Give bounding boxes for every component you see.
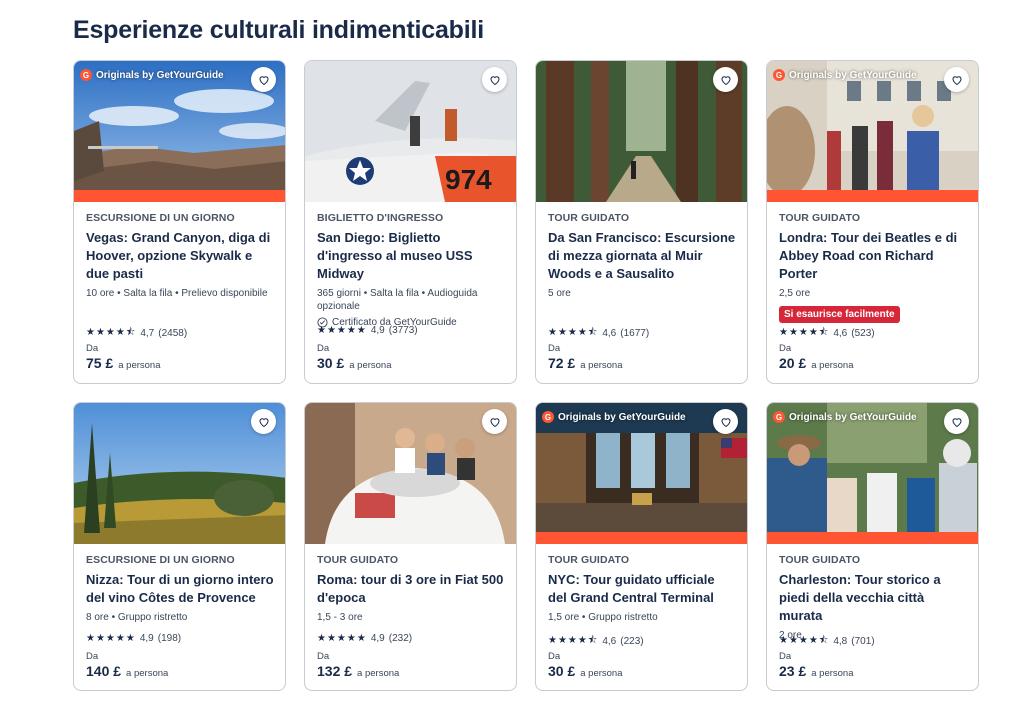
rating: ★★★★★ 4,9 (232) xyxy=(317,633,413,644)
price-from-label: Da xyxy=(86,651,99,662)
heart-icon xyxy=(720,75,731,85)
price: 30 £ a persona xyxy=(317,355,392,371)
heart-icon xyxy=(489,75,500,85)
activity-image-muir-woods xyxy=(536,61,747,202)
price-from-label: Da xyxy=(548,343,561,354)
price: 20 £ a persona xyxy=(779,355,854,371)
activity-category: TOUR GUIDATO xyxy=(779,212,861,224)
activity-image-fiat-500-rome xyxy=(305,403,516,544)
price-from-label: Da xyxy=(779,343,792,354)
activity-card[interactable]: G Originals by GetYourGuide TOUR GUIDATO … xyxy=(766,402,979,691)
activity-card[interactable]: 974 BIGLIETTO D'INGRESSO San Diego: Bigl… xyxy=(304,60,517,384)
rating: ★★★★⯪ 4,6 (523) xyxy=(779,325,875,342)
activity-category: TOUR GUIDATO xyxy=(317,554,399,566)
activity-meta: 10 ore • Salta la fila • Prelievo dispon… xyxy=(86,288,268,299)
activity-image-provence-vineyard xyxy=(74,403,285,544)
activity-meta: 2,5 ore xyxy=(779,288,811,299)
price-from-label: Da xyxy=(317,651,330,662)
heart-icon xyxy=(258,75,269,85)
activity-card[interactable]: TOUR GUIDATO Roma: tour di 3 ore in Fiat… xyxy=(304,402,517,691)
originals-badge: G Originals by GetYourGuide xyxy=(542,411,686,423)
section-title: Esperienze culturali indimenticabili xyxy=(73,16,484,44)
wishlist-heart-button[interactable] xyxy=(482,409,507,434)
rating-stars-icon: ★★★★★ xyxy=(317,325,367,336)
likely-to-sell-out-badge: Si esaurisce facilmente xyxy=(779,306,900,323)
rating-stars-icon: ★★★★⯪ xyxy=(779,635,830,646)
price: 23 £ a persona xyxy=(779,663,854,679)
activity-category: TOUR GUIDATO xyxy=(548,554,630,566)
activity-title[interactable]: Roma: tour di 3 ore in Fiat 500 d'epoca xyxy=(317,571,505,607)
activity-title[interactable]: Da San Francisco: Escursione di mezza gi… xyxy=(548,229,736,283)
price: 30 £ a persona xyxy=(548,663,623,679)
getyourguide-logo-icon: G xyxy=(773,69,785,81)
activity-title[interactable]: Charleston: Tour storico a piedi della v… xyxy=(779,571,967,625)
rating-stars-icon: ★★★★⯪ xyxy=(548,635,599,646)
activity-category: TOUR GUIDATO xyxy=(548,212,630,224)
originals-badge: G Originals by GetYourGuide xyxy=(773,411,917,423)
activity-title[interactable]: NYC: Tour guidato ufficiale del Grand Ce… xyxy=(548,571,736,607)
wishlist-heart-button[interactable] xyxy=(482,67,507,92)
heart-icon xyxy=(720,417,731,427)
rating-stars-icon: ★★★★⯪ xyxy=(779,327,830,338)
activity-category: ESCURSIONE DI UN GIORNO xyxy=(86,212,235,224)
price-from-label: Da xyxy=(317,343,330,354)
wishlist-heart-button[interactable] xyxy=(713,67,738,92)
rating-stars-icon: ★★★★★ xyxy=(317,633,367,644)
activity-meta: 5 ore xyxy=(548,288,571,299)
activity-meta: 1,5 - 3 ore xyxy=(317,612,363,623)
rating: ★★★★⯪ 4,8 (701) xyxy=(779,633,875,650)
rating-stars-icon: ★★★★⯪ xyxy=(86,327,137,338)
rating: ★★★★★ 4,9 (198) xyxy=(86,633,182,644)
heart-icon xyxy=(489,417,500,427)
getyourguide-logo-icon: G xyxy=(542,411,554,423)
activity-card[interactable]: G Originals by GetYourGuide TOUR GUIDATO … xyxy=(535,402,748,691)
activity-card[interactable]: ESCURSIONE DI UN GIORNO Nizza: Tour di u… xyxy=(73,402,286,691)
activity-card[interactable]: G Originals by GetYourGuide TOUR GUIDATO … xyxy=(766,60,979,384)
activity-image-grand-central: G Originals by GetYourGuide xyxy=(536,403,747,544)
wishlist-heart-button[interactable] xyxy=(251,409,276,434)
activity-image-charleston: G Originals by GetYourGuide xyxy=(767,403,978,544)
getyourguide-logo-icon: G xyxy=(773,411,785,423)
rating: ★★★★⯪ 4,6 (223) xyxy=(548,633,644,650)
wishlist-heart-button[interactable] xyxy=(944,409,969,434)
wishlist-heart-button[interactable] xyxy=(251,67,276,92)
activity-image-uss-midway: 974 xyxy=(305,61,516,202)
svg-text:974: 974 xyxy=(445,164,492,195)
rating-stars-icon: ★★★★★ xyxy=(86,633,136,644)
activity-meta: 365 giorni • Salta la fila • Audioguida … xyxy=(317,288,478,312)
activity-image-abbey-road: G Originals by GetYourGuide xyxy=(767,61,978,202)
rating: ★★★★⯪ 4,6 (1677) xyxy=(548,325,649,342)
activity-title[interactable]: San Diego: Biglietto d'ingresso al museo… xyxy=(317,229,505,283)
wishlist-heart-button[interactable] xyxy=(713,409,738,434)
activity-card[interactable]: G Originals by GetYourGuide ESCURSIONE DI… xyxy=(73,60,286,384)
getyourguide-logo-icon: G xyxy=(80,69,92,81)
price: 72 £ a persona xyxy=(548,355,623,371)
price: 140 £ a persona xyxy=(86,663,169,679)
activity-title[interactable]: Nizza: Tour di un giorno intero del vino… xyxy=(86,571,274,607)
heart-icon xyxy=(258,417,269,427)
heart-icon xyxy=(951,75,962,85)
activity-category: ESCURSIONE DI UN GIORNO xyxy=(86,554,235,566)
price: 132 £ a persona xyxy=(317,663,400,679)
price: 75 £ a persona xyxy=(86,355,161,371)
heart-icon xyxy=(951,417,962,427)
activity-card[interactable]: TOUR GUIDATO Da San Francisco: Escursion… xyxy=(535,60,748,384)
originals-badge: G Originals by GetYourGuide xyxy=(773,69,917,81)
activity-category: TOUR GUIDATO xyxy=(779,554,861,566)
rating-stars-icon: ★★★★⯪ xyxy=(548,327,599,338)
activity-title[interactable]: Londra: Tour dei Beatles e di Abbey Road… xyxy=(779,229,967,283)
price-from-label: Da xyxy=(86,343,99,354)
activity-category: BIGLIETTO D'INGRESSO xyxy=(317,212,444,224)
price-from-label: Da xyxy=(548,651,561,662)
price-from-label: Da xyxy=(779,651,792,662)
rating: ★★★★★ 4,9 (3773) xyxy=(317,325,418,336)
wishlist-heart-button[interactable] xyxy=(944,67,969,92)
activity-meta: 1,5 ore • Gruppo ristretto xyxy=(548,612,658,623)
activity-title[interactable]: Vegas: Grand Canyon, diga di Hoover, opz… xyxy=(86,229,274,283)
originals-badge: G Originals by GetYourGuide xyxy=(80,69,224,81)
rating: ★★★★⯪ 4,7 (2458) xyxy=(86,325,187,342)
activity-meta: 8 ore • Gruppo ristretto xyxy=(86,612,188,623)
activity-image-grand-canyon: G Originals by GetYourGuide xyxy=(74,61,285,202)
